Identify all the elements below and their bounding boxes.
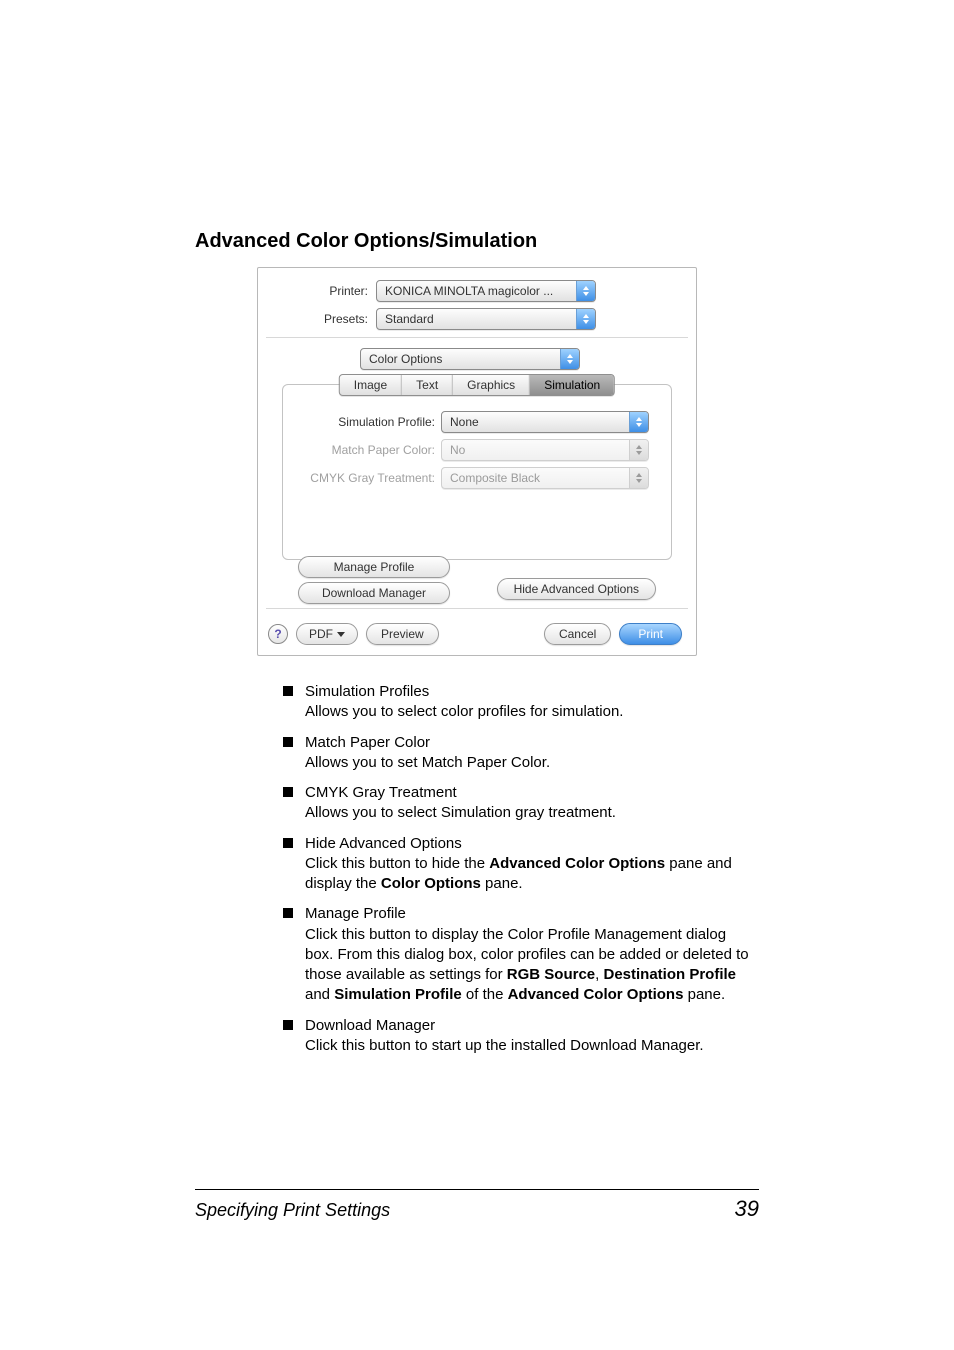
footer-title: Specifying Print Settings: [195, 1200, 390, 1221]
list-item: Simulation Profiles Allows you to select…: [283, 682, 749, 723]
stepper-icon: [576, 309, 595, 329]
manage-profile-button[interactable]: Manage Profile: [298, 556, 450, 578]
term: Download Manager: [305, 1016, 749, 1036]
printer-label: Printer:: [274, 284, 376, 298]
term: Hide Advanced Options: [305, 834, 749, 854]
section-title: Advanced Color Options/Simulation: [195, 230, 759, 253]
stepper-icon: [629, 412, 648, 432]
stepper-icon: [576, 281, 595, 301]
cmyk-gray-select: Composite Black: [441, 467, 649, 489]
stepper-icon: [629, 440, 648, 460]
tab-image[interactable]: Image: [340, 375, 402, 395]
presets-select-value: Standard: [377, 312, 576, 326]
download-manager-button[interactable]: Download Manager: [298, 582, 450, 604]
pdf-button-label: PDF: [309, 627, 333, 641]
term: Match Paper Color: [305, 733, 749, 753]
cmyk-gray-value: Composite Black: [442, 471, 629, 485]
desc: Allows you to set Match Paper Color.: [305, 753, 749, 773]
print-button[interactable]: Print: [619, 623, 682, 645]
help-button[interactable]: ?: [268, 624, 288, 644]
bullet-list: Simulation Profiles Allows you to select…: [283, 682, 749, 1056]
print-dialog: Printer: KONICA MINOLTA magicolor ... Pr…: [257, 267, 697, 656]
tab-graphics[interactable]: Graphics: [453, 375, 530, 395]
simulation-profile-select[interactable]: None: [441, 411, 649, 433]
page-footer: Specifying Print Settings 39: [195, 1189, 759, 1222]
desc: Allows you to select Simulation gray tre…: [305, 803, 749, 823]
list-item: Manage Profile Click this button to disp…: [283, 904, 749, 1005]
cancel-button[interactable]: Cancel: [544, 623, 611, 645]
desc: Click this button to start up the instal…: [305, 1036, 749, 1056]
hide-advanced-button[interactable]: Hide Advanced Options: [497, 578, 656, 600]
simulation-profile-label: Simulation Profile:: [297, 415, 441, 429]
simulation-profile-value: None: [442, 415, 629, 429]
desc: Click this button to display the Color P…: [305, 925, 749, 1006]
desc: Click this button to hide the Advanced C…: [305, 854, 749, 895]
tab-area: Image Text Graphics Simulation Simulatio…: [282, 384, 672, 560]
list-item: CMYK Gray Treatment Allows you to select…: [283, 783, 749, 824]
cmyk-gray-label: CMYK Gray Treatment:: [297, 471, 441, 485]
match-paper-color-value: No: [442, 443, 629, 457]
match-paper-color-label: Match Paper Color:: [297, 443, 441, 457]
desc: Allows you to select color profiles for …: [305, 702, 749, 722]
printer-select-value: KONICA MINOLTA magicolor ...: [377, 284, 576, 298]
stepper-icon: [560, 349, 579, 369]
pane-select-value: Color Options: [361, 352, 560, 366]
list-item: Download Manager Click this button to st…: [283, 1016, 749, 1057]
list-item: Hide Advanced Options Click this button …: [283, 834, 749, 895]
tab-bar: Image Text Graphics Simulation: [339, 374, 615, 396]
page-number: 39: [735, 1196, 759, 1222]
footer-rule: [195, 1189, 759, 1190]
match-paper-color-select: No: [441, 439, 649, 461]
presets-label: Presets:: [274, 312, 376, 326]
tab-text[interactable]: Text: [402, 375, 453, 395]
preview-button[interactable]: Preview: [366, 623, 439, 645]
presets-select[interactable]: Standard: [376, 308, 596, 330]
pdf-button[interactable]: PDF: [296, 623, 358, 645]
chevron-down-icon: [337, 632, 345, 637]
term: Manage Profile: [305, 904, 749, 924]
tab-simulation[interactable]: Simulation: [530, 375, 614, 395]
divider: [266, 337, 688, 338]
term: CMYK Gray Treatment: [305, 783, 749, 803]
list-item: Match Paper Color Allows you to set Matc…: [283, 733, 749, 774]
printer-select[interactable]: KONICA MINOLTA magicolor ...: [376, 280, 596, 302]
divider: [266, 608, 688, 609]
stepper-icon: [629, 468, 648, 488]
pane-select[interactable]: Color Options: [360, 348, 580, 370]
term: Simulation Profiles: [305, 682, 749, 702]
